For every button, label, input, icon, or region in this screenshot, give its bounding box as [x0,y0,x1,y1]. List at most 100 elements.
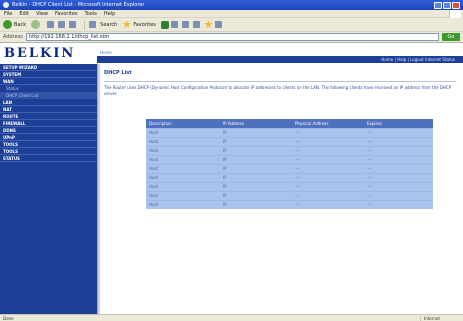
column-header-physical-address: Physical Address [292,119,364,128]
sidebar-item-wan[interactable]: WAN [0,78,97,85]
messenger-icon[interactable] [204,20,213,29]
page-title: DHCP List [104,70,132,76]
column-header-ip-address: IP Address [220,119,292,128]
dhcp-client-table: Description IP Address Physical Address … [146,119,433,209]
back-arrow-icon [3,20,12,29]
sidebar-item-status-main[interactable]: STATUS [0,155,97,162]
table-row: Host IP --- --- [146,154,433,164]
header-home-link[interactable]: Home [100,50,112,55]
sidebar-item-upnp[interactable]: UPnP [0,134,97,141]
cell-expires: --- [364,181,433,191]
sidebar: SETUP WIZARD SYSTEM WAN Status DHCP Clie… [0,64,97,314]
table-row: Host IP --- --- [146,172,433,182]
status-text: Done [3,315,14,321]
sidebar-item-system[interactable]: SYSTEM [0,71,97,78]
sidebar-item-lan[interactable]: LAN [0,99,97,106]
cell-expires: --- [364,154,433,164]
page-description: The Router uses DHCP (Dynamic Host Confi… [104,85,452,96]
cell-description: Host [146,199,220,209]
cell-physical-address: --- [292,172,364,182]
title-rule [104,81,456,82]
close-button[interactable] [452,1,460,9]
menu-favorites[interactable]: Favorites [55,11,78,17]
sidebar-item-setup-wizard[interactable]: SETUP WIZARD [0,64,97,71]
cell-physical-address: --- [292,154,364,164]
cell-expires: --- [364,127,433,137]
window-titlebar: Belkin - DHCP Client List - Microsoft In… [0,0,463,10]
cell-ip-address: IP [220,154,292,164]
windows-logo-icon [449,9,461,18]
address-label: Address [3,34,23,40]
cell-expires: --- [364,199,433,209]
cell-expires: --- [364,172,433,182]
cell-physical-address: --- [292,145,364,155]
minimize-button[interactable] [434,1,442,9]
cell-physical-address: --- [292,199,364,209]
cell-ip-address: IP [220,163,292,173]
cell-expires: --- [364,145,433,155]
cell-ip-address: IP [220,172,292,182]
cell-ip-address: IP [220,145,292,155]
favorites-star-icon [122,20,132,29]
history-icon[interactable] [170,21,178,28]
sidebar-item-status[interactable]: Status [0,85,97,92]
address-input[interactable]: http://192.168.2.1/dhcp_list.stm [25,33,439,41]
sidebar-item-dhcp-client-list[interactable]: DHCP Client List [0,92,97,99]
maximize-button[interactable] [443,1,451,9]
table-row: Host IP --- --- [146,181,433,191]
top-nav-strip: Home | Help | Logout Internet Status [97,56,463,63]
search-button[interactable]: Search [89,21,117,28]
table-row: Host IP --- --- [146,163,433,173]
ie-logo-icon [3,2,9,8]
sidebar-item-route[interactable]: ROUTE [0,113,97,120]
router-header: BELKIN Home Home | Help | Logout Interne… [0,43,463,63]
cell-physical-address: --- [292,127,364,137]
cell-description: Host [146,136,220,146]
home-icon[interactable] [69,21,77,28]
cell-expires: --- [364,190,433,200]
frame-divider[interactable] [97,64,100,314]
cell-description: Host [146,163,220,173]
cell-description: Host [146,127,220,137]
menu-tools[interactable]: Tools [85,11,97,17]
toolbar-separator [84,19,86,30]
top-nav-links[interactable]: Home | Help | Logout Internet Status [381,57,455,62]
edit-icon[interactable] [214,21,222,28]
media-icon[interactable] [160,20,169,29]
mail-icon[interactable] [181,21,189,28]
browser-toolbar: Back Search Favorites [0,18,463,32]
cell-physical-address: --- [292,163,364,173]
cell-ip-address: IP [220,136,292,146]
favorites-button[interactable]: Favorites [122,20,156,29]
column-header-expires: Expires [364,119,433,128]
cell-physical-address: --- [292,181,364,191]
sidebar-item-tools[interactable]: TOOLS [0,141,97,148]
print-icon[interactable] [192,21,200,28]
menu-help[interactable]: Help [104,11,115,17]
column-header-description: Description [146,119,220,128]
menu-edit[interactable]: Edit [19,11,29,17]
cell-ip-address: IP [220,127,292,137]
go-button[interactable]: Go [442,33,460,41]
cell-physical-address: --- [292,136,364,146]
cell-ip-address: IP [220,181,292,191]
cell-ip-address: IP [220,199,292,209]
table-header-row: Description IP Address Physical Address … [146,119,433,128]
favorites-label: Favorites [133,21,156,28]
cell-physical-address: --- [292,190,364,200]
menu-view[interactable]: View [36,11,48,17]
menu-file[interactable]: File [4,11,12,17]
window-title: Belkin - DHCP Client List - Microsoft In… [12,2,145,8]
back-button[interactable]: Back [3,20,26,29]
status-bar: Done Internet [0,314,463,321]
sidebar-item-firewall[interactable]: FIREWALL [0,120,97,127]
sidebar-item-ddns[interactable]: DDNS [0,127,97,134]
sidebar-item-nat[interactable]: NAT [0,106,97,113]
refresh-icon[interactable] [58,21,66,28]
table-row: Host IP --- --- [146,145,433,155]
forward-button[interactable] [31,20,42,29]
security-zone: Internet [420,315,460,321]
stop-icon[interactable] [47,21,55,28]
cell-description: Host [146,181,220,191]
sidebar-item-tools-2[interactable]: TOOLS [0,148,97,155]
